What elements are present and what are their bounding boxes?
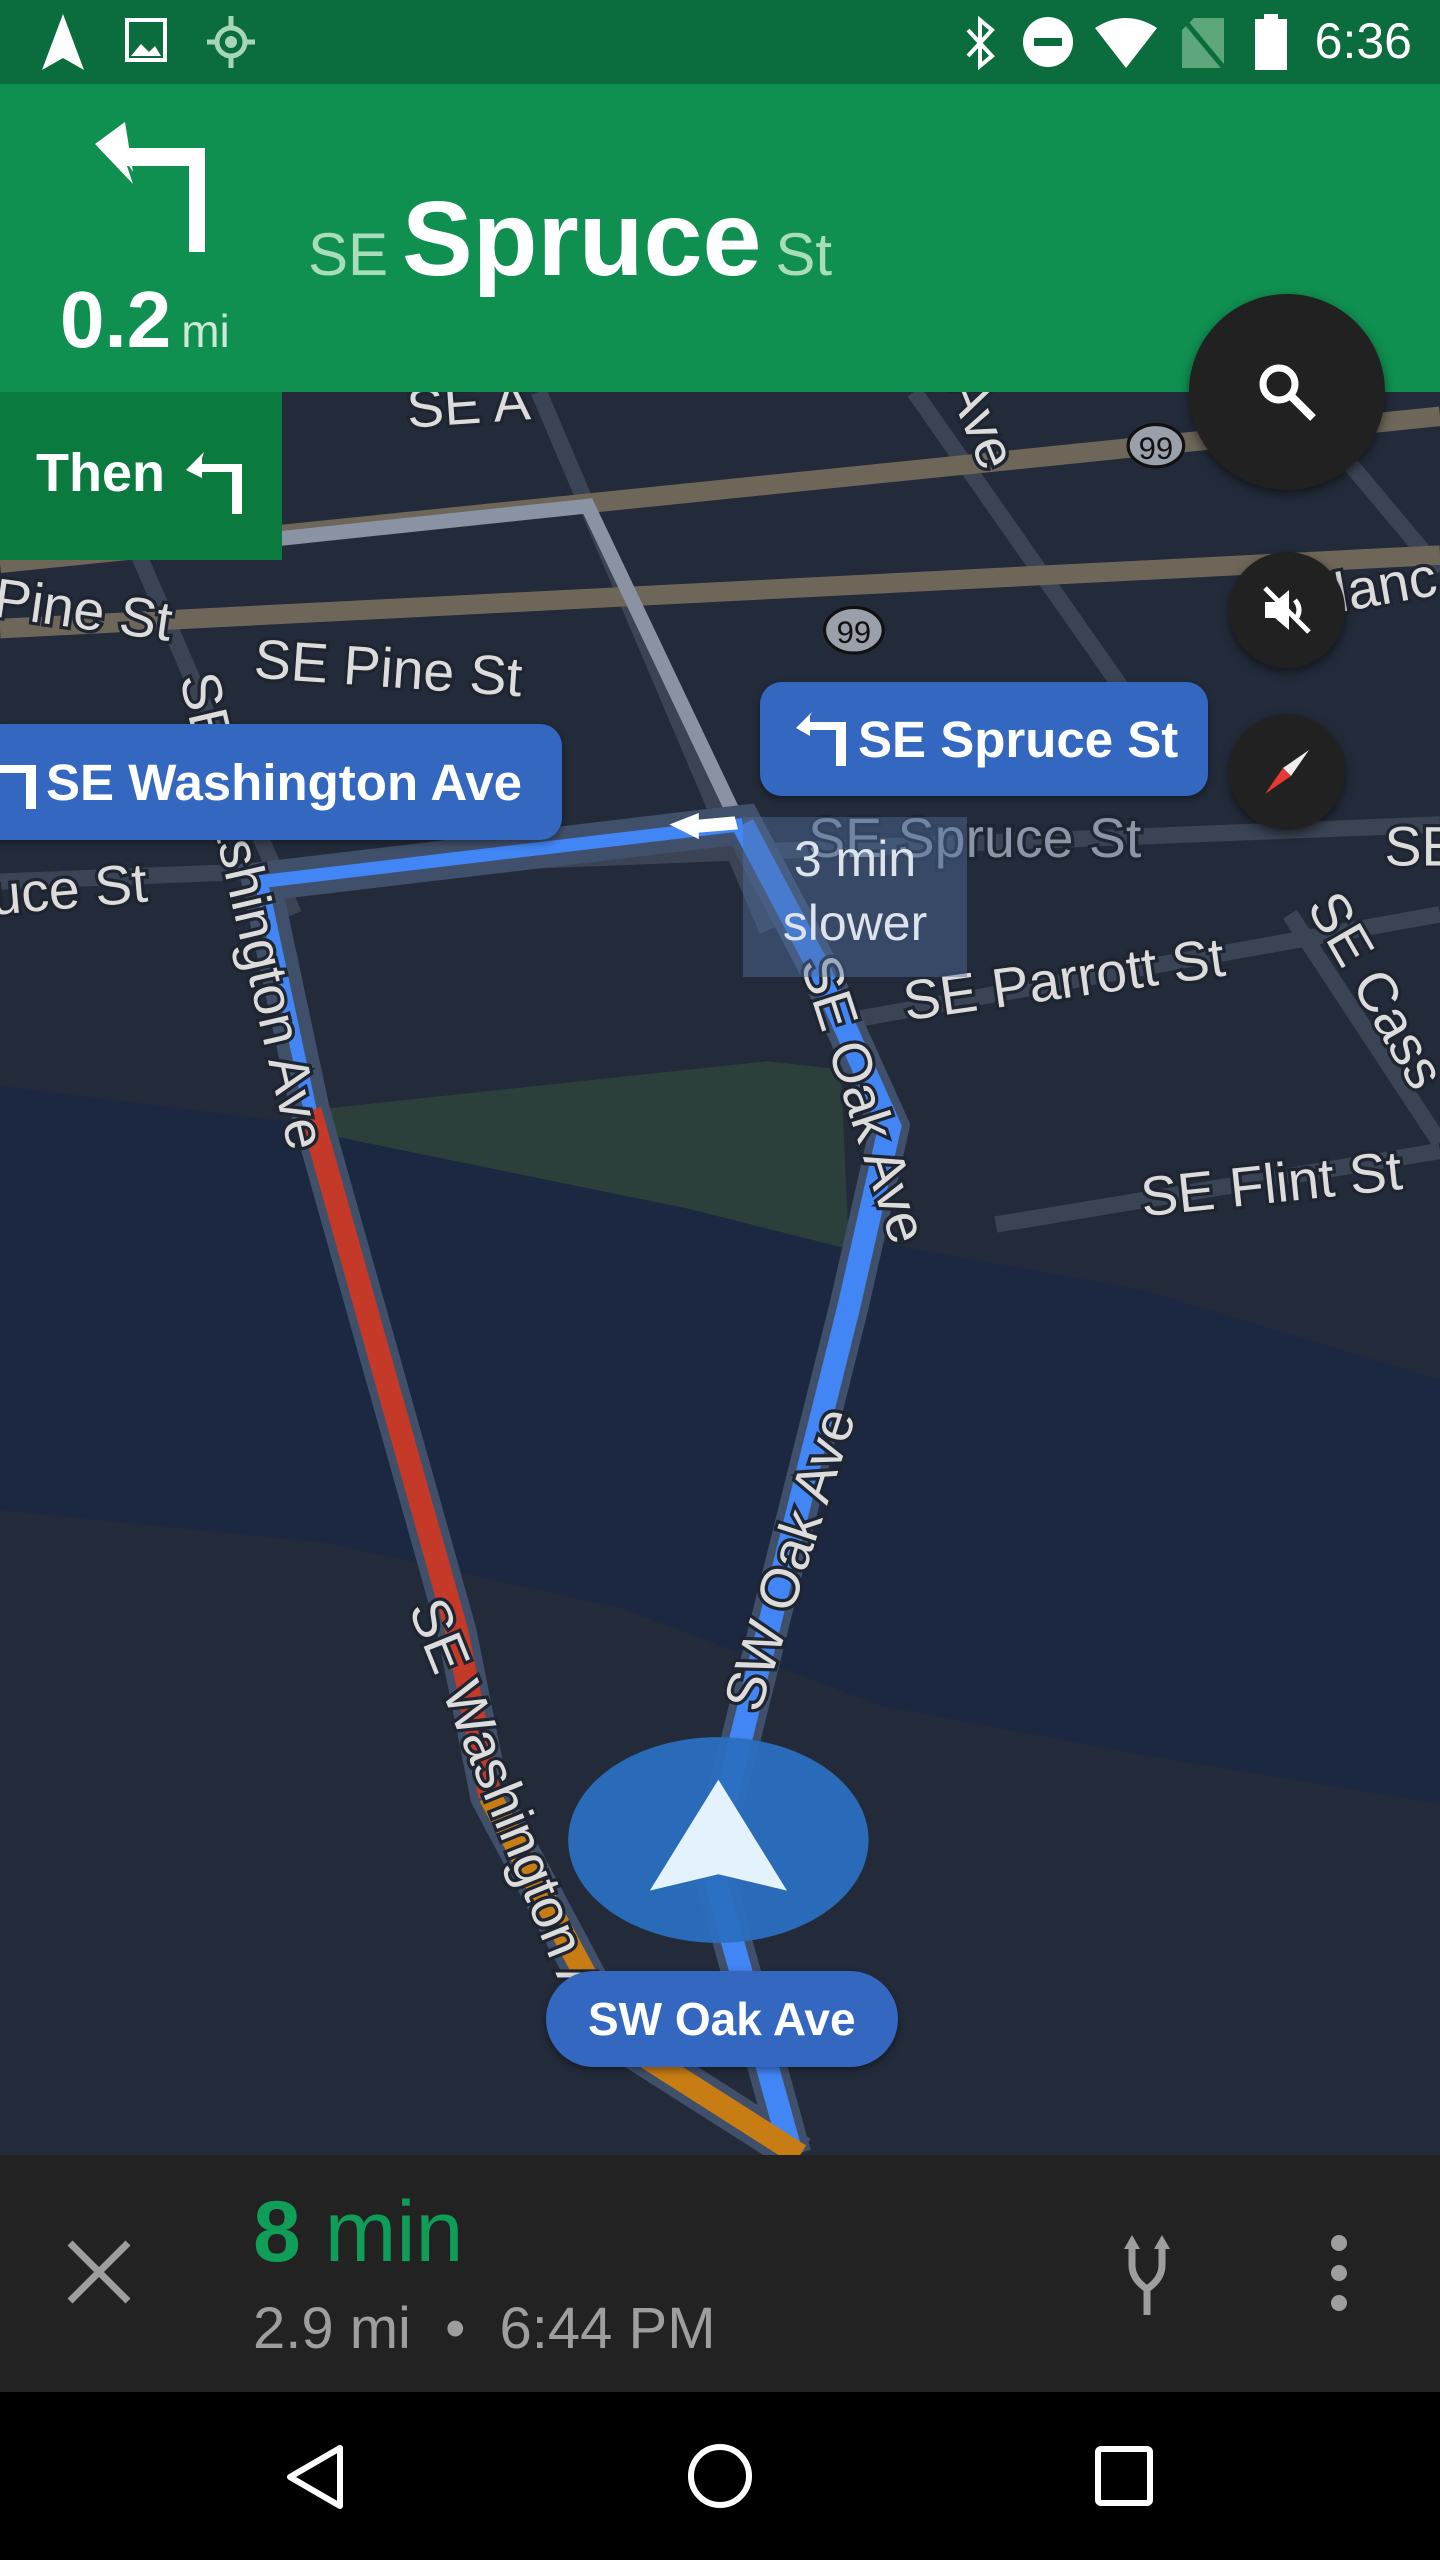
highway-shield: 99 (822, 605, 885, 655)
callout-label: SE Spruce St (858, 710, 1179, 768)
trip-details: 2.9 mi • 6:44 PM (253, 2295, 716, 2362)
battery-icon (1255, 14, 1287, 70)
then-maneuver[interactable]: Then (0, 392, 282, 560)
maneuver-street: SE Spruce St (308, 179, 832, 300)
current-road-name: SW Oak Ave (588, 1993, 856, 2045)
alternate-routes-icon[interactable] (1112, 2235, 1182, 2315)
shield-number: 99 (1139, 431, 1174, 466)
eta-duration: 8 min (253, 2183, 463, 2282)
clock: 6:36 (1314, 13, 1412, 69)
street-label: SE (1384, 815, 1440, 877)
compass-icon (1265, 750, 1309, 794)
current-road-label: SW Oak Ave (546, 1971, 898, 2067)
alt-delay-label: slower (782, 895, 928, 951)
no-sim-icon (1182, 18, 1226, 70)
trip-distance: 2.9 mi (253, 2296, 411, 2361)
do-not-disturb-icon (1023, 17, 1073, 67)
current-location-marker (568, 1737, 869, 1943)
shield-number: 99 (837, 615, 872, 650)
alt-delay-value: 3 min (793, 831, 917, 887)
back-icon[interactable] (284, 2444, 346, 2510)
distance-unit: mi (181, 305, 230, 357)
highway-shield: 99 (1126, 422, 1186, 469)
turn-left-icon (796, 712, 846, 766)
recents-icon[interactable] (1094, 2445, 1154, 2507)
search-icon (1259, 364, 1316, 421)
turn-left-icon (95, 122, 205, 252)
duration-unit: min (324, 2184, 464, 2280)
street-suffix: St (775, 221, 833, 288)
route-callout-spruce[interactable]: SE Spruce St (760, 682, 1209, 796)
route-callout-washington[interactable]: SE Washington Ave (0, 724, 563, 840)
location-icon (207, 16, 255, 68)
then-label: Then (36, 443, 165, 503)
status-bar: 6:36 (0, 0, 1440, 84)
street-name: Spruce (402, 180, 762, 298)
street-prefix: SE (308, 221, 389, 288)
compass-button[interactable] (1229, 714, 1345, 830)
duration-value: 8 (253, 2184, 301, 2280)
turn-left-icon (0, 765, 36, 809)
mute-button[interactable] (1229, 552, 1345, 668)
close-icon[interactable] (64, 2237, 134, 2307)
distance-value: 0.2 (60, 275, 172, 364)
bluetooth-icon (966, 16, 995, 70)
more-options-icon[interactable] (1325, 2233, 1353, 2313)
trip-summary-panel[interactable]: 8 min 2.9 mi • 6:44 PM (0, 2155, 1440, 2392)
system-navigation-bar (0, 2392, 1440, 2560)
navigation-icon (42, 14, 84, 70)
separator: • (445, 2296, 466, 2361)
volume-off-icon (1263, 586, 1311, 634)
home-icon[interactable] (686, 2442, 754, 2510)
alternate-route-note[interactable]: 3 min slower (743, 817, 967, 977)
search-button[interactable] (1189, 294, 1385, 490)
callout-label: SE Washington Ave (46, 753, 523, 811)
arrival-time: 6:44 PM (499, 2296, 716, 2361)
maneuver-distance: 0.2 mi (60, 274, 230, 366)
turn-left-icon (186, 452, 242, 514)
wifi-icon (1095, 18, 1157, 68)
image-icon (125, 18, 167, 62)
